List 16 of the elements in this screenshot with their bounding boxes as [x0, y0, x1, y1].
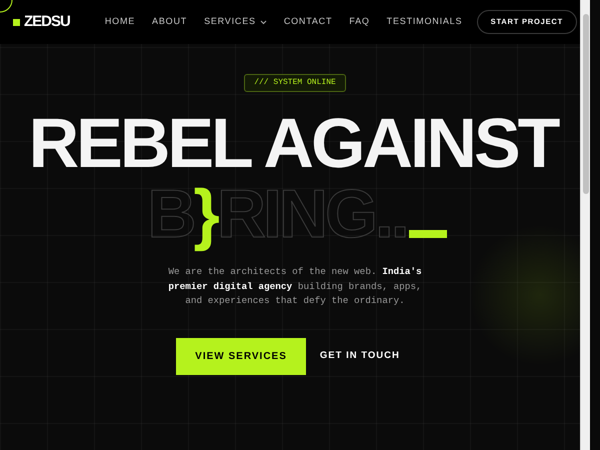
- intro-text: We are the architects of the new web. India's premier digital agency building brands, apps, and experiences that defy the ordinary.: [167, 265, 423, 308]
- logo[interactable]: ZEDSU: [24, 10, 70, 34]
- chevron-down-icon: [260, 20, 267, 24]
- logo-icon: [13, 18, 20, 26]
- cursor-bar: [408, 230, 447, 238]
- nav-link[interactable]: HOME: [104, 15, 136, 29]
- headline: REBEL AGAINST: [28, 108, 559, 178]
- status-badge: /// SYSTEM ONLINE: [244, 74, 346, 92]
- nav-link[interactable]: TESTIMONIALS: [386, 15, 462, 29]
- view-services-button[interactable]: VIEW SERVICES: [176, 338, 306, 374]
- scrollbar[interactable]: [580, 0, 590, 450]
- nav-link[interactable]: ABOUT: [152, 15, 188, 29]
- nav-link[interactable]: SERVICES: [204, 15, 267, 29]
- nav-link[interactable]: CONTACT: [284, 15, 332, 29]
- nav-link[interactable]: FAQ: [349, 15, 370, 29]
- get-in-touch-link[interactable]: GET IN TOUCH: [306, 338, 414, 374]
